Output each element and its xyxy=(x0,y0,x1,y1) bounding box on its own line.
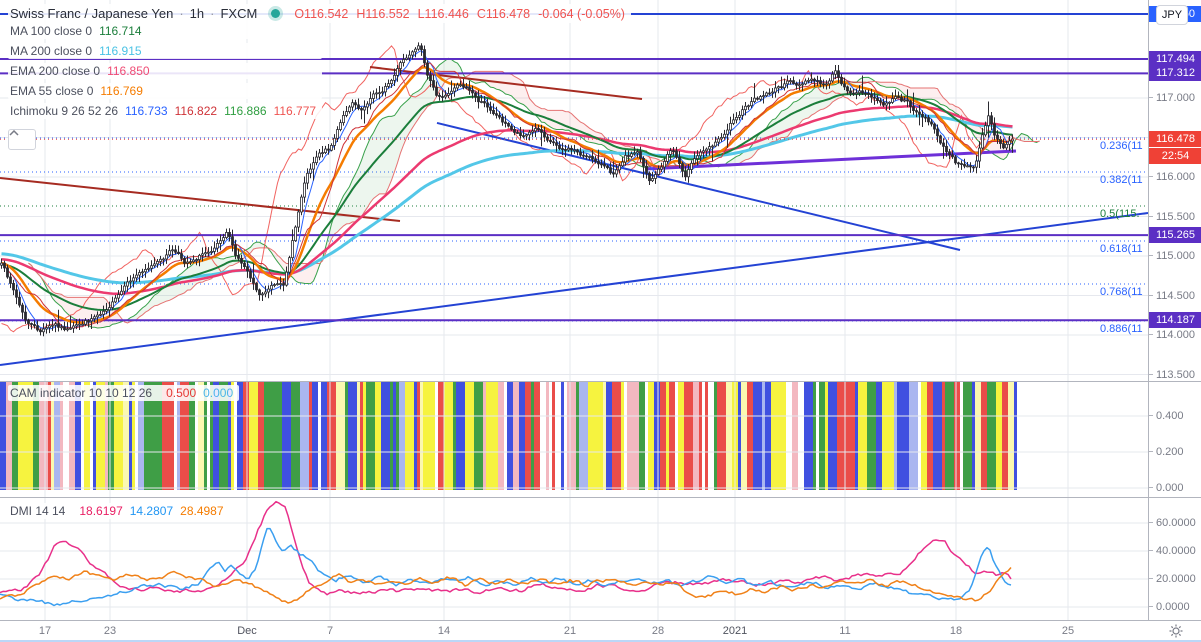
price-axis-label: 113.500 xyxy=(1149,369,1201,381)
cam-axis-label: 0.000 xyxy=(1149,482,1201,494)
indicator-label: MA 100 close 0 xyxy=(10,24,93,38)
indicator-label: MA 200 close 0 xyxy=(10,44,93,58)
legend-row-ema55[interactable]: EMA 55 close 0 116.769 xyxy=(8,83,323,99)
legend-row-ma200[interactable]: MA 200 close 0 116.915 xyxy=(8,43,323,59)
time-axis-label: 2021 xyxy=(722,625,748,637)
indicator-value: 116.886 xyxy=(224,104,267,118)
time-axis-label: 23 xyxy=(103,625,117,637)
price-axis-label: 114.000 xyxy=(1149,329,1201,341)
indicator-label: EMA 55 close 0 xyxy=(10,84,94,98)
indicator-value: 18.6197 xyxy=(79,504,123,518)
legend-row-ichimoku[interactable]: Ichimoku 9 26 52 26 116.733 116.822 116.886… xyxy=(8,103,323,119)
indicator-value: 0.500 xyxy=(166,386,197,400)
symbol-title-row[interactable]: Swiss Franc / Japanese Yen · 1h · FXCM O… xyxy=(8,4,631,23)
cam-axis-label: 0.400 xyxy=(1149,410,1201,422)
pane-separator[interactable] xyxy=(0,381,1201,382)
dmi-axis-label: 60.0000 xyxy=(1149,517,1201,529)
time-axis-label: 11 xyxy=(839,625,851,637)
time-axis-label: 25 xyxy=(1061,625,1075,637)
indicator-value: 0.000 xyxy=(203,386,234,400)
time-axis-label: 7 xyxy=(326,625,334,637)
cam-label: CAM indicator 10 10 12 26 xyxy=(10,386,153,400)
legend-row-cam[interactable]: CAM indicator 10 10 12 26 0.500 0.000 xyxy=(8,385,240,401)
ohlc-values: O116.542 H116.552 L116.446 C116.478 -0.064 (… xyxy=(294,7,625,21)
settings-gear-icon[interactable] xyxy=(1168,623,1184,639)
fib-level-label: 0.236(11 xyxy=(1100,139,1143,152)
fib-level-label: 0.382(11 xyxy=(1100,174,1143,187)
dmi-axis-label: 40.0000 xyxy=(1149,545,1201,557)
dmi-axis-label: 0.0000 xyxy=(1149,601,1201,613)
price-axis-label: 115.000 xyxy=(1149,250,1201,262)
ohlc-part: O116.542 xyxy=(294,6,349,21)
time-axis-label: 18 xyxy=(949,625,963,637)
indicator-label: Ichimoku 9 26 52 26 xyxy=(10,104,119,118)
indicator-value: 116.769 xyxy=(100,84,143,98)
indicator-value: 116.733 xyxy=(125,104,168,118)
indicator-value: 116.714 xyxy=(99,24,142,38)
legend-collapse-button[interactable] xyxy=(8,129,36,150)
indicator-label: EMA 200 close 0 xyxy=(10,64,101,78)
time-axis-label: 21 xyxy=(563,625,577,637)
time-axis-label: Dec xyxy=(237,625,257,637)
interval-label[interactable]: 1h xyxy=(190,6,204,21)
ohlc-part: L116.446 xyxy=(417,6,469,21)
currency-unit-button[interactable]: JPY xyxy=(1156,5,1188,25)
time-axis-label: 28 xyxy=(651,625,665,637)
price-badge: 117.312 xyxy=(1149,65,1201,82)
bar-countdown-badge: 22:54 xyxy=(1149,148,1201,165)
price-badge: 116.478 xyxy=(1149,131,1201,148)
indicator-value: 14.2807 xyxy=(129,504,174,518)
price-axis-label: 117.000 xyxy=(1149,92,1201,104)
ohlc-part: H116.552 xyxy=(356,6,410,21)
cam-legend: CAM indicator 10 10 12 26 0.500 0.000 xyxy=(8,385,240,405)
price-axis-label: 116.000 xyxy=(1149,171,1201,183)
exchange-label: FXCM xyxy=(220,6,258,21)
time-axis[interactable]: 17 23 Dec 7 14 21 28 2021 11 18 25 xyxy=(0,620,1201,642)
time-axis-label: 17 xyxy=(38,625,52,637)
ohlc-part: -0.064 (-0.05%) xyxy=(538,6,625,21)
dmi-label: DMI 14 14 xyxy=(10,504,66,518)
price-axis[interactable]: 117.000 116.000 115.500 115.000 114.500 114.0… xyxy=(1148,0,1201,620)
indicator-value: 116.850 xyxy=(107,64,150,78)
indicator-value: 116.777 xyxy=(273,104,317,118)
title-separator: · xyxy=(210,6,215,21)
title-separator: · xyxy=(179,6,184,21)
indicator-legend-rows: MA 100 close 0 116.714 MA 200 close 0 116.9… xyxy=(8,23,323,123)
price-badge: 114.187 xyxy=(1149,312,1201,329)
legend-row-dmi[interactable]: DMI 14 14 18.6197 14.2807 28.4987 xyxy=(8,503,230,519)
fib-level-label: 0.886(11 xyxy=(1100,323,1143,336)
pane-separator[interactable] xyxy=(0,497,1201,498)
fib-level-label: 0.768(11 xyxy=(1100,285,1143,298)
cam-values: 0.500 0.000 xyxy=(159,386,233,400)
legend-row-ma100[interactable]: MA 100 close 0 116.714 xyxy=(8,23,323,39)
price-badge: 115.265 xyxy=(1149,227,1201,244)
fib-level-label: 0.618(11 xyxy=(1100,242,1143,255)
indicator-value: 116.822 xyxy=(174,104,218,118)
main-legend: Swiss Franc / Japanese Yen · 1h · FXCM O… xyxy=(8,4,631,123)
dmi-legend: DMI 14 14 18.6197 14.2807 28.4987 xyxy=(8,503,230,523)
ohlc-part: C116.478 xyxy=(476,6,531,21)
indicator-value: 28.4987 xyxy=(180,504,224,518)
market-status-icon[interactable] xyxy=(271,9,281,18)
chevron-up-icon xyxy=(9,130,19,136)
indicator-value: 116.915 xyxy=(99,44,142,58)
dmi-axis-label: 20.0000 xyxy=(1149,573,1201,585)
legend-row-ema200[interactable]: EMA 200 close 0 116.850 xyxy=(8,63,323,79)
symbol-title: Swiss Franc / Japanese Yen xyxy=(10,6,174,21)
time-axis-label: 14 xyxy=(437,625,451,637)
trading-chart-window: Swiss Franc / Japanese Yen · 1h · FXCM O… xyxy=(0,0,1201,642)
price-axis-label: 115.500 xyxy=(1149,211,1201,223)
price-axis-label: 114.500 xyxy=(1149,290,1201,302)
fib-level-label: 0.5(115. xyxy=(1100,207,1140,220)
dmi-values: 18.6197 14.2807 28.4987 xyxy=(72,504,223,518)
cam-axis-label: 0.200 xyxy=(1149,446,1201,458)
